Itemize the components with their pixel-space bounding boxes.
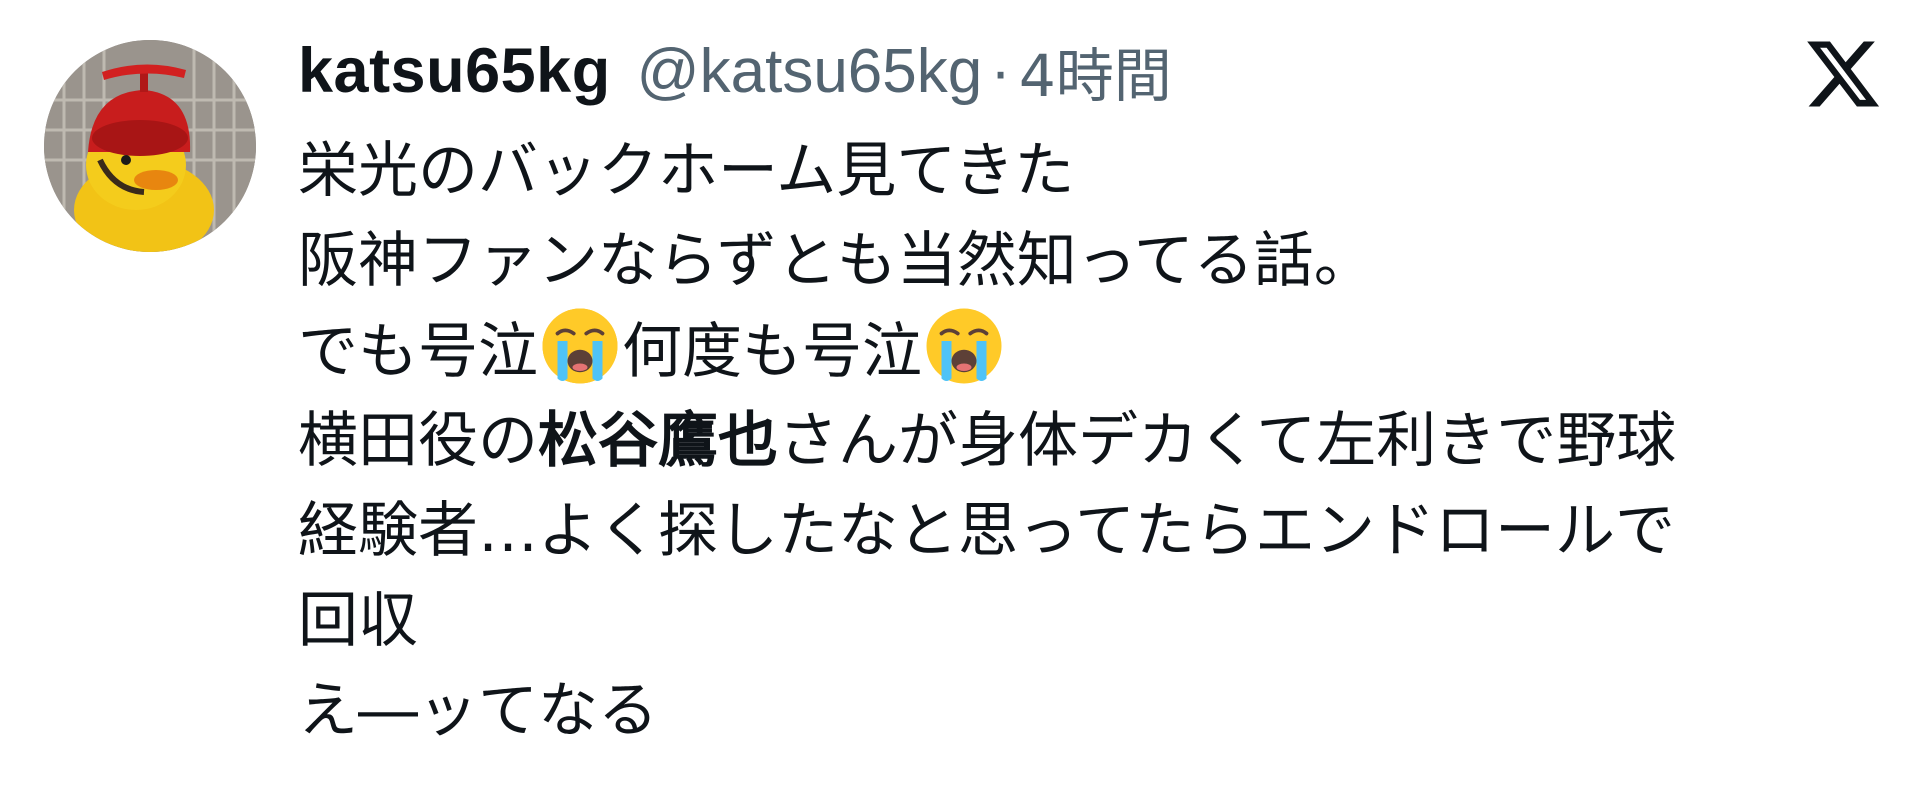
- author-handle[interactable]: @katsu65kg: [637, 36, 983, 107]
- tweet-line: でも号泣 何度も号泣: [298, 306, 1898, 396]
- tweet-text-segment: 栄光のバックホーム見てきた: [298, 136, 1075, 206]
- tweet-line: 阪神ファンならずとも当然知ってる話。: [298, 216, 1898, 306]
- tweet-text-segment: さんが身体デカくて左利きで野球: [778, 406, 1677, 476]
- loudly-crying-face-icon: [542, 308, 618, 384]
- tweet-text-segment: 横田役の: [298, 406, 538, 476]
- tweet-text-segment: 回収: [298, 586, 418, 656]
- tweet-text-segment: 何度も号泣: [622, 317, 922, 387]
- x-logo-icon[interactable]: [1802, 34, 1884, 114]
- tweet-card: katsu65kg @katsu65kg · 4時間 栄光のバックホーム見てきた…: [0, 0, 1920, 812]
- tweet-text-segment: でも号泣: [298, 317, 538, 387]
- tweet-text-segment: え―ッてなる: [298, 676, 658, 746]
- tweet-line: 経験者…よく探したなと思ってたらエンドロールで: [298, 486, 1898, 576]
- separator-dot: ·: [990, 36, 1011, 106]
- loudly-crying-face-icon: [926, 308, 1002, 384]
- tweet-line: 回収: [298, 576, 1898, 666]
- tweet-header: katsu65kg @katsu65kg · 4時間: [298, 28, 1172, 114]
- tweet-text-segment: 阪神ファンならずとも当然知ってる話。: [298, 226, 1374, 296]
- tweet-line: え―ッてなる: [298, 666, 1898, 756]
- tweet-text: 栄光のバックホーム見てきた 阪神ファンならずとも当然知ってる話。 でも号泣 何度…: [298, 126, 1898, 756]
- avatar-image: [44, 40, 256, 252]
- author-display-name[interactable]: katsu65kg: [298, 35, 611, 107]
- tweet-text-segment: 経験者…よく探したなと思ってたらエンドロールで: [298, 496, 1675, 566]
- avatar[interactable]: [44, 40, 256, 252]
- timestamp[interactable]: 4時間: [1019, 29, 1172, 113]
- bold-name-text: 松谷鷹也: [538, 406, 778, 476]
- tweet-line: 横田役の松谷鷹也さんが身体デカくて左利きで野球: [298, 396, 1898, 486]
- tweet-line: 栄光のバックホーム見てきた: [298, 126, 1898, 216]
